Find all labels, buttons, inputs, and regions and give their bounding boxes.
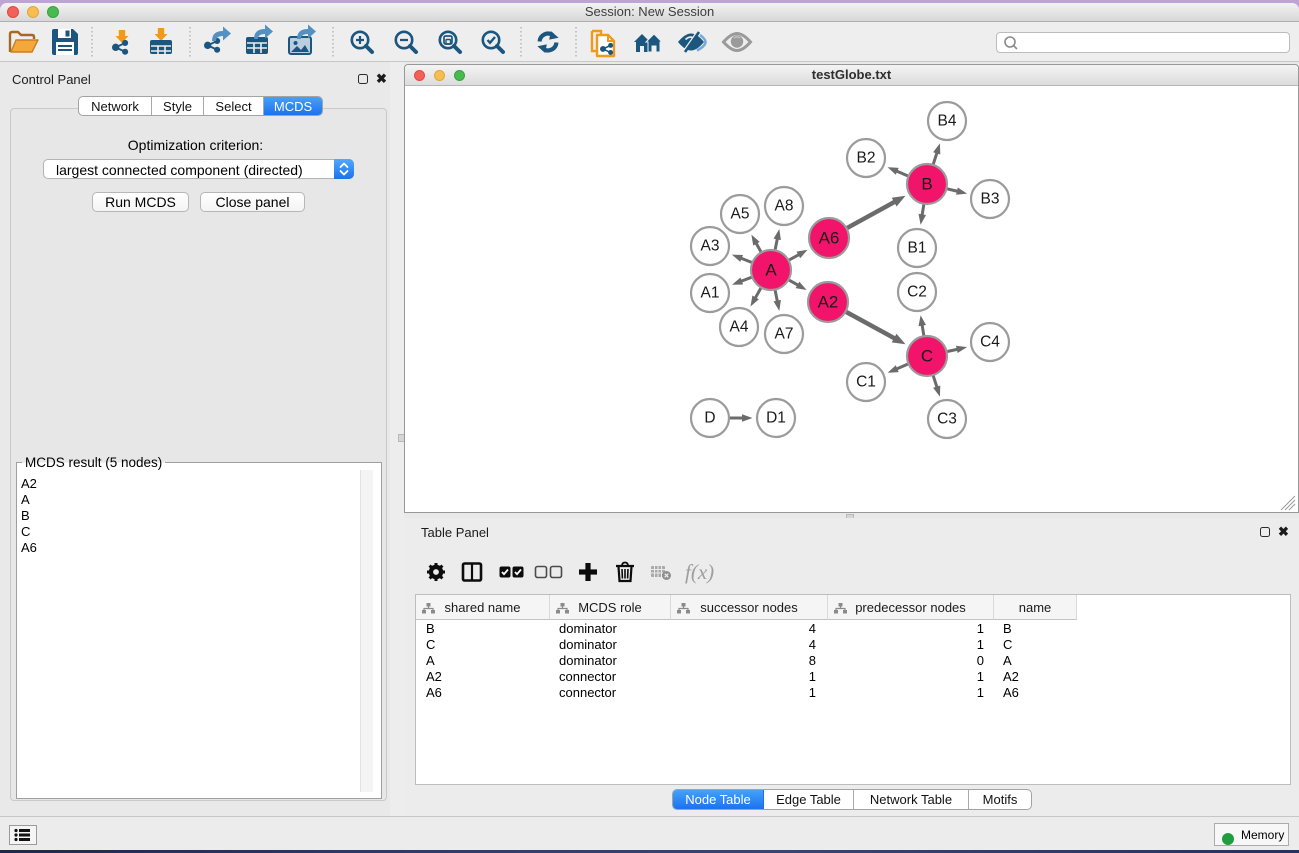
svg-text:C3: C3 xyxy=(937,411,957,428)
svg-text:A5: A5 xyxy=(731,206,750,223)
svg-text:C1: C1 xyxy=(856,374,876,391)
svg-text:A1: A1 xyxy=(701,285,720,302)
svg-text:D: D xyxy=(704,410,715,427)
svg-text:C4: C4 xyxy=(980,334,1000,351)
svg-text:D1: D1 xyxy=(766,410,786,427)
svg-text:B: B xyxy=(921,175,932,194)
svg-text:C2: C2 xyxy=(907,284,927,301)
svg-text:A2: A2 xyxy=(818,293,839,312)
svg-text:B1: B1 xyxy=(908,240,927,257)
svg-text:A4: A4 xyxy=(730,319,749,336)
svg-text:f(x): f(x) xyxy=(685,560,714,584)
svg-text:A: A xyxy=(765,261,777,280)
svg-text:A7: A7 xyxy=(775,326,794,343)
svg-text:B2: B2 xyxy=(857,150,876,167)
svg-text:B3: B3 xyxy=(981,191,1000,208)
svg-text:A3: A3 xyxy=(701,238,720,255)
svg-text:A6: A6 xyxy=(819,229,840,248)
svg-text:A8: A8 xyxy=(775,198,794,215)
svg-text:C: C xyxy=(921,347,933,366)
svg-text:B4: B4 xyxy=(938,113,957,130)
